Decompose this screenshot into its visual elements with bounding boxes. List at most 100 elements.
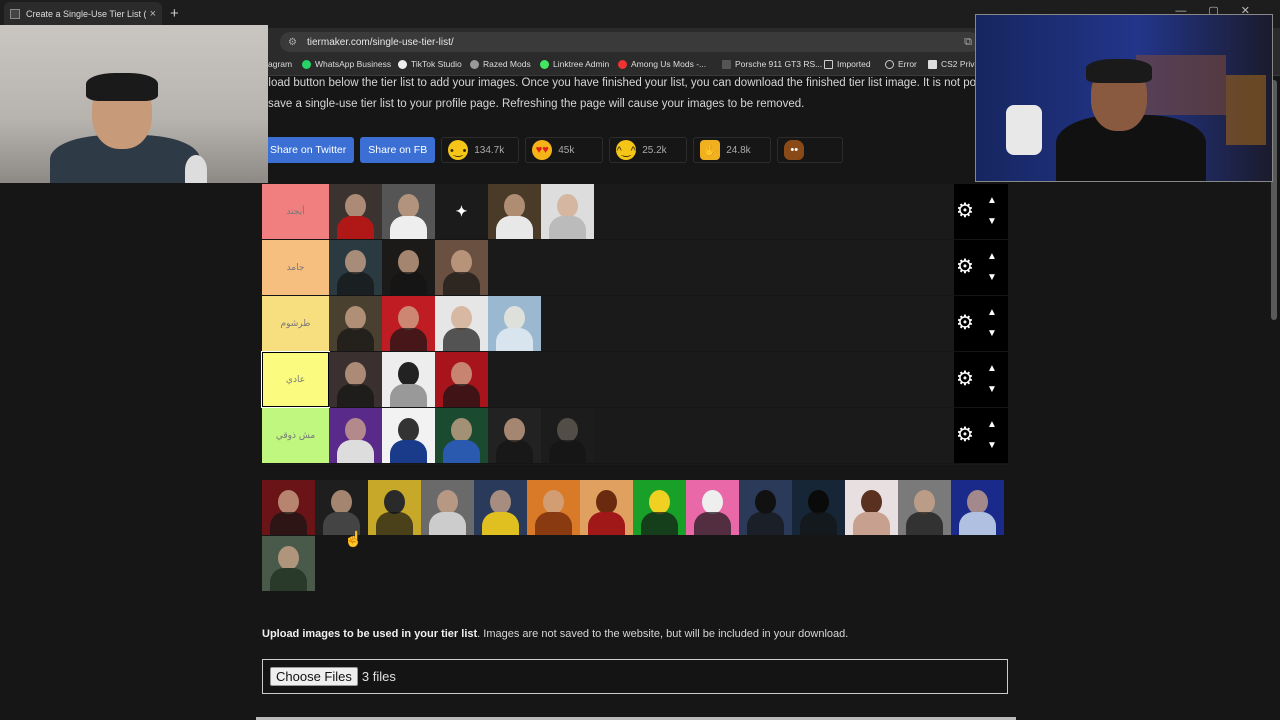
tier-label[interactable]: أيجند [262,184,329,239]
tier-settings-gear-icon[interactable]: ⚙ [956,257,974,277]
artist-photo [398,306,419,330]
artist-thumbnail[interactable] [368,480,421,535]
move-tier-up-icon[interactable]: ▲ [987,420,997,430]
move-tier-up-icon[interactable]: ▲ [987,308,997,318]
reaction-neutral[interactable]: •‿• 134.7k [441,137,520,163]
bookmark-cs2[interactable]: CS2 Privat [928,59,982,69]
new-tab-button[interactable]: + [170,5,179,22]
choose-files-button[interactable]: Choose Files [270,667,358,686]
artist-thumbnail[interactable] [527,480,580,535]
bookmark-porsche[interactable]: Porsche 911 GT3 RS... [722,59,822,69]
artist-photo [557,418,578,442]
artist-thumbnail[interactable] [382,352,435,407]
bookmark-among-us[interactable]: Among Us Mods -... [618,59,706,69]
tab-title: Create a Single-Use Tier List (Pr [26,9,146,19]
artist-thumbnail[interactable] [541,408,594,463]
artist-thumbnail[interactable] [488,184,541,239]
artist-thumbnail[interactable] [329,408,382,463]
move-tier-down-icon[interactable]: ▼ [987,329,997,339]
artist-thumbnail[interactable] [951,480,1004,535]
move-tier-down-icon[interactable]: ▼ [987,441,997,451]
move-tier-down-icon[interactable]: ▼ [987,385,997,395]
tier-settings-gear-icon[interactable]: ⚙ [956,313,974,333]
artist-thumbnail[interactable] [382,408,435,463]
bookmark-imported[interactable]: Imported [824,59,871,69]
reaction-heart-eyes[interactable]: ♥♥ 45k [525,137,604,163]
artist-thumbnail[interactable] [315,480,368,535]
laughing-face-icon: ^‿^ [616,140,637,160]
bookmark-razed[interactable]: Razed Mods [470,59,531,69]
move-tier-up-icon[interactable]: ▲ [987,364,997,374]
artist-thumbnail[interactable] [474,480,527,535]
artist-thumbnail[interactable] [329,352,382,407]
browser-tab[interactable]: Create a Single-Use Tier List (Pr × [4,2,162,26]
artist-thumbnail[interactable] [633,480,686,535]
cs2-icon [928,59,937,69]
tier-settings-gear-icon[interactable]: ⚙ [956,369,974,389]
wall-poster [1226,75,1266,145]
artist-thumbnail[interactable] [845,480,898,535]
artist-thumbnail[interactable] [488,408,541,463]
cap-icon [1086,59,1152,83]
site-settings-icon[interactable]: ⚙ [288,37,297,48]
artist-thumbnail[interactable] [580,480,633,535]
reaction-poop[interactable]: •• [777,137,844,163]
artist-thumbnail[interactable] [792,480,845,535]
artist-thumbnail[interactable] [898,480,951,535]
artist-thumbnail[interactable] [329,296,382,351]
artist-thumbnail[interactable] [421,480,474,535]
tier-label[interactable]: طرشوم [262,296,329,351]
poop-icon: •• [784,140,805,160]
artist-photo [504,418,525,442]
move-tier-up-icon[interactable]: ▲ [987,252,997,262]
bookmark-whatsapp[interactable]: WhatsApp Business [302,59,391,69]
artist-thumbnail[interactable]: ✦ [435,184,488,239]
share-facebook-button[interactable]: Share on FB [360,137,436,163]
tier-settings-gear-icon[interactable]: ⚙ [956,425,974,445]
bookmark-linktree[interactable]: Linktree Admin [540,59,609,69]
artist-thumbnail[interactable] [329,240,382,295]
tier-settings-gear-icon[interactable]: ⚙ [956,201,974,221]
artist-thumbnail[interactable] [382,296,435,351]
file-upload-field: Choose Files 3 files [262,659,1008,694]
tier-row: مش ذوقي ⚙ ▲ ▼ [262,408,1008,464]
artist-thumbnail[interactable] [488,296,541,351]
artist-thumbnail[interactable] [686,480,739,535]
artist-thumbnail[interactable] [739,480,792,535]
reaction-laughing[interactable]: ^‿^ 25.2k [609,137,688,163]
upload-instructions-rest: . Images are not saved to the website, b… [477,628,849,640]
artist-thumbnail[interactable] [435,296,488,351]
artist-thumbnail[interactable] [262,480,315,535]
share-twitter-button[interactable]: Share on Twitter [262,137,355,163]
tier-label[interactable]: عادي [261,351,330,408]
artist-thumbnail[interactable] [435,240,488,295]
bookmark-instagram[interactable]: agram [268,59,292,69]
artist-thumbnail[interactable] [329,184,382,239]
move-tier-down-icon[interactable]: ▼ [987,217,997,227]
artist-thumbnail[interactable] [435,352,488,407]
bookmark-tiktok[interactable]: TikTok Studio [398,59,462,69]
tier-label[interactable]: مش ذوقي [262,408,329,463]
reaction-raised-hands[interactable]: ✋ 24.8k [693,137,772,163]
bookmark-error[interactable]: Error [885,59,917,69]
tier-list: أيجند ✦ ⚙ ▲ ▼ جامد ⚙ ▲ ▼ طرشوم ⚙ ▲ ▼ عاد… [261,184,1008,465]
open-external-icon[interactable]: ⧉ [964,36,972,49]
artist-photo [451,250,472,274]
porsche-icon [722,59,731,69]
close-tab-icon[interactable]: × [150,8,156,20]
intro-line-1: pload button below the tier list to add … [262,77,982,89]
move-tier-up-icon[interactable]: ▲ [987,196,997,206]
tier-images [329,296,541,351]
tier-label[interactable]: جامد [262,240,329,295]
artist-thumbnail[interactable] [382,184,435,239]
artist-thumbnail[interactable] [435,408,488,463]
artist-thumbnail[interactable] [541,184,594,239]
artist-photo [398,362,419,386]
artist-thumbnail[interactable] [382,240,435,295]
artist-thumbnail[interactable] [262,536,315,591]
move-tier-down-icon[interactable]: ▼ [987,273,997,283]
url-field[interactable]: ⚙ tiermaker.com/single-use-tier-list/ ⧉ [280,32,980,52]
artist-photo [345,362,366,386]
url-text: tiermaker.com/single-use-tier-list/ [306,36,454,48]
intro-line-2: save a single-use tier list to your prof… [268,98,805,110]
